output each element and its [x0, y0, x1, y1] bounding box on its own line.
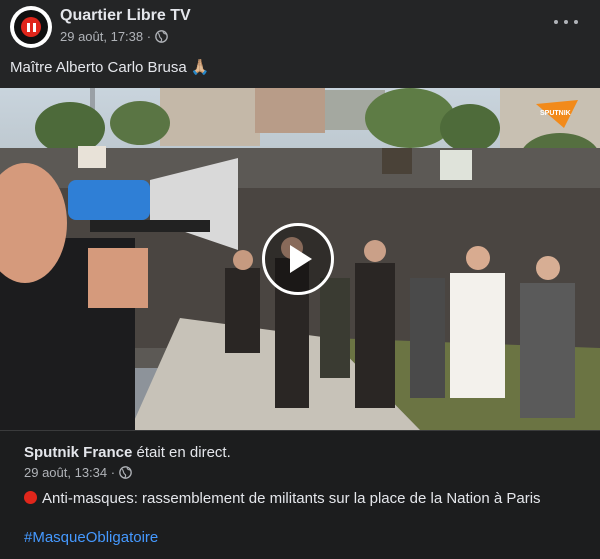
page-avatar[interactable] — [10, 6, 52, 48]
shared-post-meta: 29 août, 13:34 · — [24, 465, 132, 480]
page-name-link[interactable]: Quartier Libre TV — [60, 7, 191, 25]
post-header: Quartier Libre TV 29 août, 17:38 · — [0, 0, 600, 50]
shared-timestamp[interactable]: 29 août, 13:34 · — [24, 465, 115, 480]
pause-logo-icon — [21, 17, 41, 37]
red-circle-icon — [24, 491, 37, 504]
shared-post[interactable]: Sputnik France était en direct. 29 août,… — [0, 430, 600, 559]
sputnik-watermark: SPUTNIK — [536, 100, 578, 128]
play-button[interactable] — [262, 223, 334, 295]
post-timestamp[interactable]: 29 août, 17:38 · — [60, 29, 151, 44]
shared-post-text: Anti-masques: rassemblement de militants… — [42, 490, 541, 507]
more-options-icon[interactable] — [554, 12, 578, 32]
shared-action-text: était en direct. — [132, 444, 231, 461]
watermark-text: SPUTNIK — [540, 110, 571, 117]
avatar-logo — [14, 10, 48, 44]
play-icon — [290, 245, 312, 273]
video-player[interactable]: SPUTNIK — [0, 88, 600, 430]
shared-author-link[interactable]: Sputnik France — [24, 444, 132, 461]
shared-post-text-block: Anti-masques: rassemblement de militants… — [24, 488, 564, 509]
shared-post-header: Sputnik France était en direct. — [24, 444, 231, 461]
hashtag-link[interactable]: #MasqueObligatoire — [24, 529, 158, 546]
globe-icon — [119, 466, 132, 479]
globe-icon — [155, 30, 168, 43]
post-text: Maître Alberto Carlo Brusa 🙏🏼 — [10, 59, 210, 76]
post-meta: 29 août, 17:38 · — [60, 29, 168, 44]
